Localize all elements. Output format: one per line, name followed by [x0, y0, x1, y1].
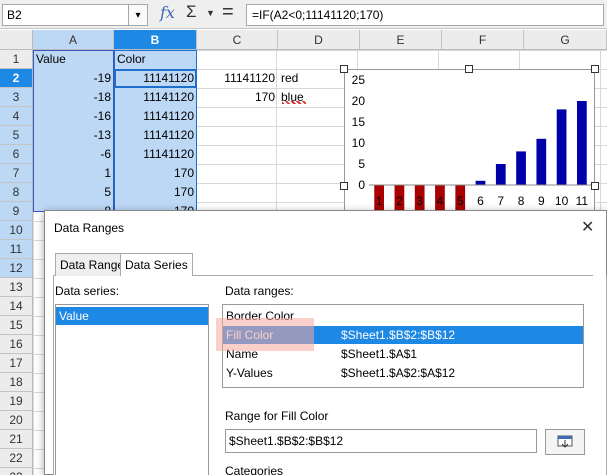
select-all-corner[interactable] [0, 30, 33, 50]
chart-bar[interactable] [556, 109, 567, 185]
dialog-tabs: Data Range Data Series [53, 253, 593, 277]
x-tick-label: 4 [437, 194, 444, 208]
x-tick-label: 10 [555, 194, 569, 208]
row-header-23[interactable]: 23 [0, 468, 33, 475]
row-header-3[interactable]: 3 [0, 88, 33, 107]
x-tick-label: 2 [396, 194, 403, 208]
row-header-5[interactable]: 5 [0, 126, 33, 145]
row-header-7[interactable]: 7 [0, 164, 33, 183]
dialog-title: Data Ranges [54, 221, 125, 235]
sum-icon[interactable]: Σ [186, 2, 197, 22]
x-tick-label: 3 [416, 194, 423, 208]
chart-bar[interactable] [576, 101, 587, 185]
value-range-border [33, 50, 114, 212]
row-header-6[interactable]: 6 [0, 145, 33, 164]
cell-d2[interactable]: red [278, 69, 338, 88]
chart-bar[interactable] [475, 180, 486, 185]
chart-handle-top-center[interactable] [465, 65, 473, 73]
row-header-19[interactable]: 19 [0, 392, 33, 411]
chart-handle-top-left[interactable] [340, 65, 348, 73]
close-icon[interactable]: ✕ [581, 217, 594, 237]
cell-c3[interactable]: 170 [197, 88, 278, 107]
x-tick-label: 5 [457, 194, 464, 208]
chart-bar[interactable] [495, 164, 506, 185]
y-tick-label: 25 [352, 73, 366, 87]
cell-c2[interactable]: 11141120 [197, 69, 278, 88]
row-header-14[interactable]: 14 [0, 297, 33, 316]
row-header-20[interactable]: 20 [0, 411, 33, 430]
active-cell-cursor [114, 69, 197, 88]
function-wizard-icon[interactable]: fx [160, 3, 175, 22]
chart-handle-middle-right[interactable] [591, 182, 599, 190]
row-header-15[interactable]: 15 [0, 316, 33, 335]
chart-plot: 25201510501 2 3 4 5 6 7 8 9 10 11 [352, 73, 592, 265]
range-value: $Sheet1.$B$2:$B$12 [341, 328, 456, 342]
column-header-e[interactable]: E [360, 30, 442, 50]
row-header-2[interactable]: 2 [0, 69, 33, 88]
row-header-13[interactable]: 13 [0, 278, 33, 297]
column-header-c[interactable]: C [197, 30, 278, 50]
x-tick-label: 7 [497, 194, 504, 208]
row-header-12[interactable]: 12 [0, 259, 33, 278]
series-item-value[interactable]: Value [56, 307, 208, 325]
column-header-g[interactable]: G [524, 30, 607, 50]
chart-bar[interactable] [516, 151, 526, 185]
x-tick-label: 9 [538, 194, 545, 208]
x-tick-label: 6 [477, 194, 484, 208]
row-header-18[interactable]: 18 [0, 373, 33, 392]
row-header-17[interactable]: 17 [0, 354, 33, 373]
y-tick-label: 0 [358, 178, 365, 192]
spellcheck-underline [282, 101, 306, 104]
column-header-f[interactable]: F [442, 30, 524, 50]
range-value: $Sheet1.$A$1 [341, 347, 418, 361]
x-tick-label: 8 [518, 194, 525, 208]
data-ranges-dialog: Data Ranges ✕ Data Range Data Series Dat… [44, 210, 607, 475]
row-header-21[interactable]: 21 [0, 430, 33, 449]
row-header-16[interactable]: 16 [0, 335, 33, 354]
range-input[interactable]: $Sheet1.$B$2:$B$12 [225, 429, 537, 453]
column-header-d[interactable]: D [278, 30, 360, 50]
chart-handle-top-right[interactable] [591, 65, 599, 73]
y-tick-label: 20 [352, 94, 366, 108]
x-tick-label: 1 [376, 194, 383, 208]
column-header-b[interactable]: B [114, 30, 197, 50]
column-header-a[interactable]: A [33, 30, 114, 50]
bar-chart[interactable]: 25 20 15 10 5 0 1 2 3 4 5 6 7 8 9 10 11 [344, 69, 595, 265]
y-tick-label: 10 [352, 136, 366, 150]
categories-label: Categories [225, 464, 284, 475]
row-header-10[interactable]: 10 [0, 221, 33, 240]
row-header-9[interactable]: 9 [0, 202, 33, 221]
tab-data-range[interactable]: Data Range [55, 253, 130, 276]
ranges-label: Data ranges: [225, 284, 294, 298]
cell-d3[interactable]: blue [278, 88, 338, 107]
y-tick-label: 5 [358, 157, 365, 171]
range-for-label: Range for Fill Color [225, 409, 329, 423]
range-role: Y-Values [226, 366, 273, 380]
formula-input[interactable]: =IF(A2<0;11141120;170) [246, 4, 604, 26]
annotation-highlight [216, 318, 314, 351]
name-box-dropdown-icon[interactable]: ▾ [128, 4, 148, 26]
formula-equals-icon[interactable]: = [222, 1, 234, 24]
shrink-dialog-button[interactable] [545, 429, 585, 455]
range-value: $Sheet1.$A$2:$A$12 [341, 366, 456, 380]
chart-handle-middle-left[interactable] [340, 182, 348, 190]
row-header-1[interactable]: 1 [0, 50, 33, 69]
range-row-y-values[interactable]: Y-Values $Sheet1.$A$2:$A$12 [223, 364, 583, 382]
sum-dropdown-icon[interactable]: ▼ [206, 8, 215, 18]
tab-data-series[interactable]: Data Series [120, 253, 193, 277]
x-tick-label: 11 [576, 194, 589, 208]
row-header-8[interactable]: 8 [0, 183, 33, 202]
row-header-4[interactable]: 4 [0, 107, 33, 126]
series-list[interactable]: Value [55, 304, 209, 475]
row-header-22[interactable]: 22 [0, 449, 33, 468]
series-label: Data series: [55, 284, 120, 298]
name-box[interactable]: B2 [2, 4, 148, 26]
row-header-11[interactable]: 11 [0, 240, 33, 259]
y-tick-label: 15 [352, 115, 366, 129]
chart-bar[interactable] [536, 138, 547, 185]
shrink-icon [557, 435, 573, 448]
